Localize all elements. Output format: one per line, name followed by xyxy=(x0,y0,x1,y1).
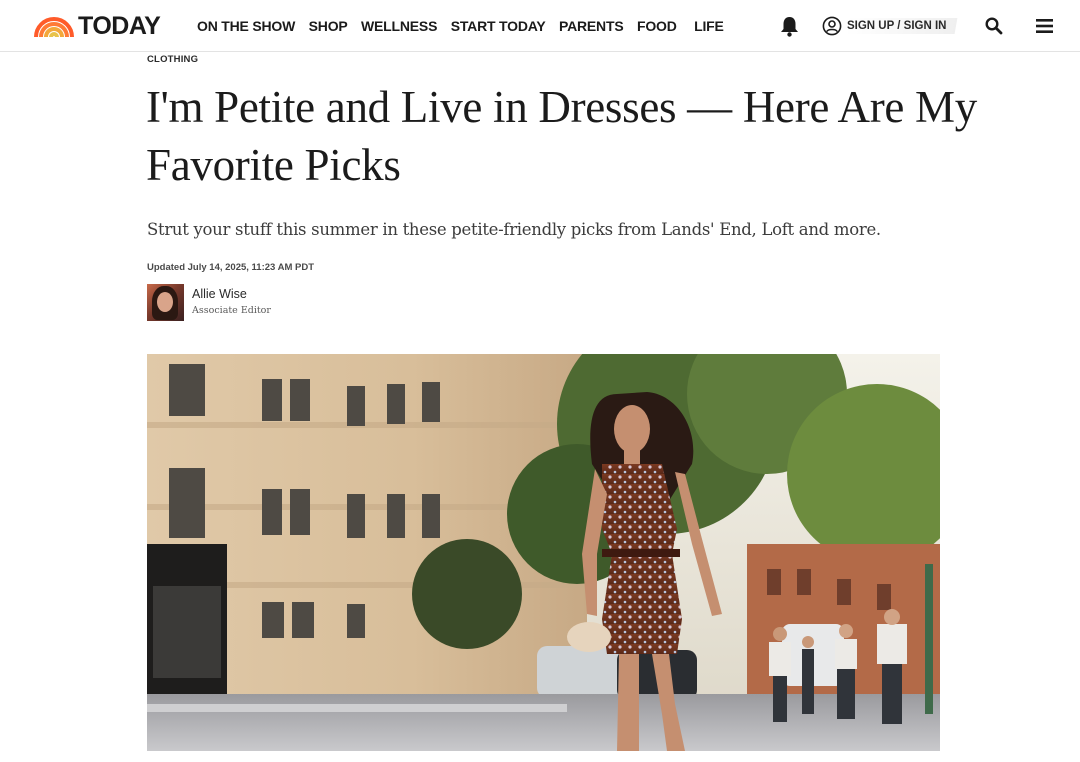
author-info: Allie Wise Associate Editor xyxy=(192,286,271,316)
user-icon xyxy=(822,16,842,36)
author-avatar[interactable] xyxy=(147,284,184,321)
sign-in-button[interactable]: SIGN UP / SIGN IN xyxy=(822,15,958,37)
avatar-face xyxy=(157,292,173,312)
hero-image[interactable] xyxy=(147,354,940,751)
nav-item-shop[interactable]: SHOP xyxy=(309,18,348,34)
nav-item-start-today[interactable]: START TODAY xyxy=(451,18,546,34)
author-title: Associate Editor xyxy=(192,305,271,316)
sign-in-label: SIGN UP / SIGN IN xyxy=(845,18,958,34)
article-dek: Strut your stuff this summer in these pe… xyxy=(147,220,881,239)
nav-item-wellness[interactable]: WELLNESS xyxy=(361,18,437,34)
rainbow-logo-icon xyxy=(34,17,74,37)
category-label[interactable]: CLOTHING xyxy=(147,54,198,65)
nav-item-food[interactable]: FOOD xyxy=(637,18,677,34)
nav-item-on-the-show[interactable]: ON THE SHOW xyxy=(197,18,295,34)
article-headline: I'm Petite and Live in Dresses — Here Ar… xyxy=(146,82,977,190)
nav-item-life[interactable]: LIFE xyxy=(694,18,724,34)
today-logo[interactable]: TODAY xyxy=(34,12,161,40)
menu-icon[interactable] xyxy=(1036,19,1053,33)
nav-item-parents[interactable]: PARENTS xyxy=(559,18,624,34)
updated-timestamp: Updated July 14, 2025, 11:23 AM PDT xyxy=(147,262,315,273)
main-nav: ON THE SHOW SHOP WELLNESS START TODAY PA… xyxy=(197,0,737,52)
site-header: TODAY ON THE SHOW SHOP WELLNESS START TO… xyxy=(0,0,1080,52)
search-icon[interactable] xyxy=(985,17,1003,35)
byline: Allie Wise Associate Editor xyxy=(147,284,271,322)
logo-wordmark: TODAY xyxy=(78,12,161,40)
author-name[interactable]: Allie Wise xyxy=(192,286,271,302)
bell-icon[interactable] xyxy=(779,15,800,37)
sign-in-text: SIGN UP / SIGN IN xyxy=(847,20,947,32)
